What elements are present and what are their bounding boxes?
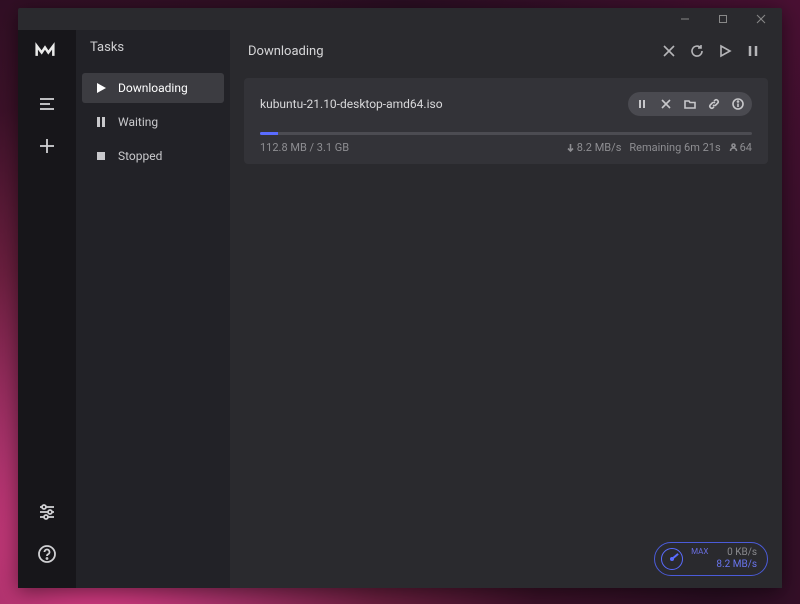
download-pause-button[interactable] xyxy=(632,94,652,114)
peers-icon xyxy=(729,143,738,152)
sidebar-item-downloading[interactable]: Downloading xyxy=(82,73,224,103)
download-filename: kubuntu-21.10-desktop-amd64.iso xyxy=(260,97,628,111)
main-header: Downloading xyxy=(230,30,782,78)
progress-bar xyxy=(260,132,752,135)
header-refresh-button[interactable] xyxy=(686,40,708,62)
speed-down-text: 8.2 MB/s xyxy=(716,559,757,571)
stop-icon xyxy=(94,149,108,163)
help-icon xyxy=(37,544,57,564)
rail-add-button[interactable] xyxy=(27,126,67,166)
sidebar-item-waiting[interactable]: Waiting xyxy=(82,107,224,137)
window-body: Tasks Downloading Waiting Stopped xyxy=(18,30,782,588)
download-bottom-row: 112.8 MB / 3.1 GB 8.2 MB/s Remaining 6m … xyxy=(260,141,752,154)
progress-fill xyxy=(260,132,278,135)
main-area: Downloading kubuntu-21.10-desktop-amd64.… xyxy=(230,30,782,588)
maximize-icon xyxy=(718,14,728,24)
download-link-button[interactable] xyxy=(704,94,724,114)
download-folder-button[interactable] xyxy=(680,94,700,114)
window-maximize-button[interactable] xyxy=(704,8,742,30)
rail-settings-button[interactable] xyxy=(27,492,67,532)
header-clear-button[interactable] xyxy=(658,40,680,62)
sidebar-item-label: Stopped xyxy=(118,149,162,163)
tasks-title: Tasks xyxy=(76,40,230,73)
download-size-text: 112.8 MB / 3.1 GB xyxy=(260,141,558,154)
header-resume-button[interactable] xyxy=(714,40,736,62)
arrow-down-icon xyxy=(566,143,575,152)
play-icon xyxy=(718,44,732,58)
download-top-row: kubuntu-21.10-desktop-amd64.iso xyxy=(260,92,752,116)
pause-icon xyxy=(636,98,648,110)
plus-icon xyxy=(37,136,57,156)
download-speed: 8.2 MB/s xyxy=(566,141,622,154)
download-actions-pill xyxy=(628,92,752,116)
sidebar-item-stopped[interactable]: Stopped xyxy=(82,141,224,171)
pause-icon xyxy=(94,115,108,129)
header-pause-button[interactable] xyxy=(742,40,764,62)
speed-up-text: 0 KB/s xyxy=(727,547,757,559)
rail-menu-button[interactable] xyxy=(27,84,67,124)
download-speed-text: 8.2 MB/s xyxy=(577,141,622,154)
gauge-icon xyxy=(661,548,683,570)
link-icon xyxy=(708,98,720,110)
menu-icon xyxy=(37,94,57,114)
refresh-icon xyxy=(690,44,704,58)
page-title: Downloading xyxy=(248,44,652,59)
sidebar-item-label: Waiting xyxy=(118,115,158,129)
minimize-icon xyxy=(680,14,690,24)
window-minimize-button[interactable] xyxy=(666,8,704,30)
folder-icon xyxy=(684,98,696,110)
close-icon xyxy=(662,44,676,58)
tasks-panel: Tasks Downloading Waiting Stopped xyxy=(76,30,230,588)
app-logo xyxy=(35,40,59,58)
speed-readout: MAX 0 KB/s 8.2 MB/s xyxy=(691,547,757,571)
download-card[interactable]: kubuntu-21.10-desktop-amd64.iso xyxy=(244,78,768,164)
close-icon xyxy=(756,14,766,24)
speed-max-label: MAX xyxy=(691,547,708,556)
app-window: Tasks Downloading Waiting Stopped xyxy=(18,8,782,588)
rail-help-button[interactable] xyxy=(27,534,67,574)
download-peers: 64 xyxy=(729,141,752,154)
window-close-button[interactable] xyxy=(742,8,780,30)
speed-indicator[interactable]: MAX 0 KB/s 8.2 MB/s xyxy=(654,542,768,576)
sidebar-item-label: Downloading xyxy=(118,81,188,95)
download-peers-text: 64 xyxy=(740,141,752,154)
nav-rail xyxy=(18,30,76,588)
logo-icon xyxy=(35,40,55,60)
download-info-button[interactable] xyxy=(728,94,748,114)
play-icon xyxy=(94,81,108,95)
close-icon xyxy=(660,98,672,110)
info-icon xyxy=(732,98,744,110)
titlebar xyxy=(18,8,782,30)
sliders-icon xyxy=(37,502,57,522)
download-remaining-text: Remaining 6m 21s xyxy=(629,141,720,154)
download-cancel-button[interactable] xyxy=(656,94,676,114)
pause-icon xyxy=(746,44,760,58)
